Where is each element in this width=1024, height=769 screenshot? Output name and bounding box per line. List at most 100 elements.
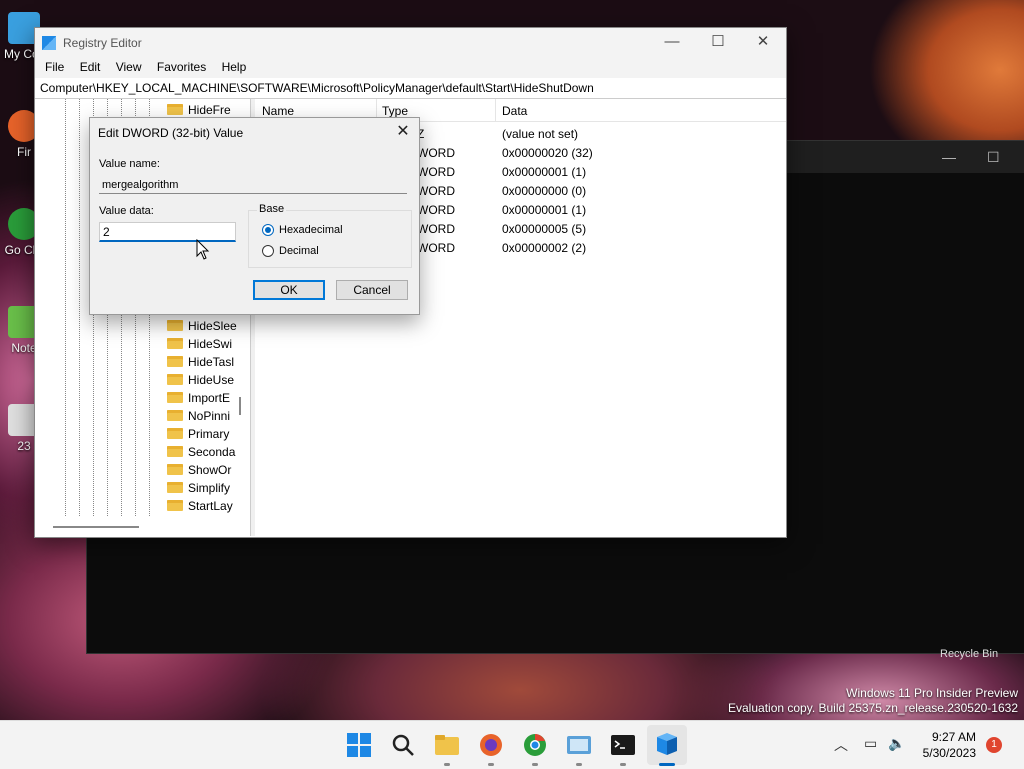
- folder-icon: [167, 428, 183, 439]
- cell-data: 0x00000002 (2): [502, 241, 587, 255]
- chrome-icon[interactable]: [521, 731, 549, 759]
- tree-item-label: NoPinni: [188, 409, 231, 423]
- tree-item[interactable]: HideUse: [167, 371, 234, 389]
- tree-item-label: HideSwi: [188, 337, 233, 351]
- clock-date: 5/30/2023: [922, 746, 976, 760]
- tree-item-label: ImportE: [188, 391, 231, 405]
- column-header-type[interactable]: Type: [382, 104, 408, 118]
- registry-titlebar[interactable]: Registry Editor — ☐ ✕: [35, 28, 786, 58]
- cell-data: (value not set): [502, 127, 579, 141]
- registry-editor-icon: [42, 36, 56, 50]
- minimize-button[interactable]: —: [649, 28, 695, 58]
- tree-item[interactable]: HideTasl: [167, 353, 234, 371]
- cell-data: 0x00000020 (32): [502, 146, 593, 160]
- network-icon[interactable]: ▭: [864, 735, 877, 752]
- tree-vertical-scrollbar[interactable]: [239, 397, 241, 415]
- hexadecimal-label[interactable]: Hexadecimal: [279, 224, 343, 236]
- start-icon[interactable]: [345, 731, 373, 759]
- tree-item-label: HideTasl: [188, 355, 235, 369]
- base-group: Base Hexadecimal Decimal: [248, 203, 412, 268]
- notification-badge[interactable]: 1: [986, 737, 1002, 753]
- tree-item[interactable]: Seconda: [167, 443, 235, 461]
- tree-item-label: StartLay: [188, 499, 233, 513]
- menu-help[interactable]: Help: [216, 58, 253, 76]
- file-explorer-icon[interactable]: [433, 731, 461, 759]
- firefox-icon[interactable]: [477, 731, 505, 759]
- cell-type: WORD: [417, 165, 455, 179]
- cell-type: WORD: [417, 241, 455, 255]
- cancel-button[interactable]: Cancel: [336, 280, 408, 300]
- taskbar-active-indicator: [659, 763, 675, 766]
- close-button[interactable]: ✕: [740, 28, 786, 58]
- value-name-label: Value name:: [99, 158, 160, 170]
- dialog-title: Edit DWORD (32-bit) Value: [98, 126, 244, 140]
- windows-watermark: Windows 11 Pro Insider Preview Evaluatio…: [728, 686, 1018, 716]
- tree-item[interactable]: HideSlee: [167, 317, 237, 335]
- tree-item-label: Simplify: [188, 481, 231, 495]
- tree-item[interactable]: Simplify: [167, 479, 230, 497]
- taskbar-running-indicator: [488, 763, 494, 766]
- menu-file[interactable]: File: [39, 58, 70, 76]
- taskbar: ︿ ▭ 🔈 9:27 AM 5/30/2023 1: [0, 720, 1024, 769]
- menubar: File Edit View Favorites Help: [35, 58, 786, 78]
- folder-icon: [167, 410, 183, 421]
- hexadecimal-radio[interactable]: [262, 224, 274, 236]
- folder-icon: [167, 482, 183, 493]
- ok-button[interactable]: OK: [253, 280, 325, 300]
- cell-type: WORD: [417, 203, 455, 217]
- control-panel-icon[interactable]: [565, 731, 593, 759]
- tree-item[interactable]: ShowOr: [167, 461, 231, 479]
- cell-data: 0x00000001 (1): [502, 203, 587, 217]
- tree-item[interactable]: ImportE: [167, 389, 230, 407]
- search-icon[interactable]: [389, 731, 417, 759]
- tree-item-label: HideFre: [188, 103, 231, 117]
- tree-item[interactable]: NoPinni: [167, 407, 230, 425]
- menu-favorites[interactable]: Favorites: [151, 58, 212, 76]
- clock[interactable]: 9:27 AM 5/30/2023: [923, 729, 976, 761]
- menu-edit[interactable]: Edit: [74, 58, 107, 76]
- watermark-line: Evaluation copy. Build 25375.zn_release.…: [728, 701, 1018, 715]
- taskbar-running-indicator: [532, 763, 538, 766]
- maximize-icon[interactable]: ☐: [987, 149, 1000, 166]
- taskbar-running-indicator: [444, 763, 450, 766]
- watermark-line: Windows 11 Pro Insider Preview: [846, 686, 1018, 700]
- value-name-field: mergealgorithm: [99, 176, 407, 194]
- tree-horizontal-scrollbar[interactable]: [53, 526, 139, 528]
- decimal-label[interactable]: Decimal: [279, 245, 319, 257]
- tree-item-label: HideUse: [188, 373, 235, 387]
- tree-item[interactable]: Primary: [167, 425, 229, 443]
- minimize-icon[interactable]: —: [942, 149, 956, 165]
- value-data-label: Value data:: [99, 205, 154, 217]
- column-header-data[interactable]: Data: [502, 104, 527, 118]
- tree-item[interactable]: HideSwi: [167, 335, 232, 353]
- folder-icon: [167, 338, 183, 349]
- tree-item-label: Seconda: [188, 445, 236, 459]
- volume-icon[interactable]: 🔈: [888, 735, 905, 752]
- registry-editor-icon[interactable]: [653, 731, 681, 759]
- tree-item-label: Primary: [188, 427, 230, 441]
- edit-dword-dialog[interactable]: Edit DWORD (32-bit) Value ✕ Value name: …: [89, 117, 420, 315]
- taskbar-running-indicator: [620, 763, 626, 766]
- value-data-input[interactable]: 2: [99, 222, 236, 242]
- close-icon[interactable]: ✕: [393, 121, 413, 141]
- decimal-radio[interactable]: [262, 245, 274, 257]
- folder-icon: [167, 104, 183, 115]
- cell-type: WORD: [417, 146, 455, 160]
- tree-item-label: HideSlee: [188, 319, 237, 333]
- folder-icon: [167, 356, 183, 367]
- cell-data: 0x00000000 (0): [502, 184, 587, 198]
- recycle-bin-label[interactable]: Recycle Bin: [940, 648, 998, 660]
- column-header-name[interactable]: Name: [262, 104, 294, 118]
- cell-type: WORD: [417, 184, 455, 198]
- terminal-icon[interactable]: [609, 731, 637, 759]
- cell-data: 0x00000001 (1): [502, 165, 587, 179]
- base-label: Base: [257, 203, 287, 215]
- maximize-button[interactable]: ☐: [695, 28, 741, 58]
- folder-icon: [167, 446, 183, 457]
- address-bar[interactable]: Computer\HKEY_LOCAL_MACHINE\SOFTWARE\Mic…: [35, 78, 786, 99]
- show-hidden-icons-chevron-icon[interactable]: ︿: [834, 735, 848, 755]
- folder-icon: [167, 500, 183, 511]
- tree-item[interactable]: StartLay: [167, 497, 233, 515]
- cell-data: 0x00000005 (5): [502, 222, 587, 236]
- menu-view[interactable]: View: [110, 58, 148, 76]
